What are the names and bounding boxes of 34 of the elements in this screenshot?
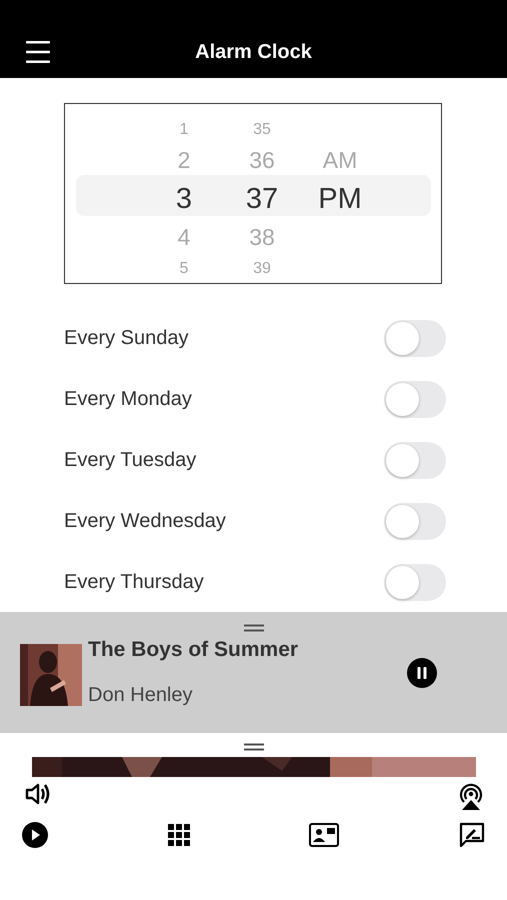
picker-value[interactable]: 2 bbox=[178, 147, 190, 174]
picker-value[interactable]: 37 bbox=[246, 182, 278, 216]
grid-icon[interactable] bbox=[168, 824, 190, 846]
picker-value[interactable]: 3 bbox=[176, 182, 192, 216]
song-title: The Boys of Summer bbox=[88, 638, 298, 662]
menu-icon[interactable] bbox=[25, 39, 51, 65]
toggle-switch[interactable] bbox=[384, 564, 446, 601]
repeat-label: Every Thursday bbox=[64, 571, 204, 594]
picker-value[interactable]: 36 bbox=[249, 147, 275, 174]
toggle-switch[interactable] bbox=[384, 503, 446, 540]
repeat-label: Every Wednesday bbox=[64, 510, 226, 533]
contact-card-icon[interactable] bbox=[309, 823, 340, 847]
play-icon[interactable] bbox=[22, 822, 48, 848]
toggle-switch[interactable] bbox=[384, 442, 446, 479]
chat-edit-icon[interactable] bbox=[458, 822, 485, 848]
picker-value[interactable]: 38 bbox=[249, 224, 275, 251]
repeat-label: Every Sunday bbox=[64, 327, 189, 350]
picker-value[interactable]: 1 bbox=[180, 120, 188, 138]
artist-name: Don Henley bbox=[88, 684, 194, 707]
picker-value[interactable]: 35 bbox=[253, 120, 271, 138]
window-title: Alarm Clock bbox=[195, 41, 312, 64]
pause-icon[interactable] bbox=[407, 658, 437, 688]
toggle-switch[interactable] bbox=[384, 320, 446, 357]
picker-value[interactable]: AM bbox=[322, 147, 358, 174]
picker-value[interactable]: 4 bbox=[178, 224, 190, 251]
time-picker[interactable]: 1 2 3 4 5 35 36 37 38 39 AM PM bbox=[64, 103, 442, 284]
repeat-label: Every Tuesday bbox=[64, 449, 196, 472]
picker-value[interactable]: PM bbox=[318, 182, 362, 216]
picker-value[interactable]: 5 bbox=[180, 260, 188, 278]
drag-handle-icon[interactable] bbox=[244, 624, 264, 632]
toggle-switch[interactable] bbox=[384, 381, 446, 418]
drag-handle-icon[interactable] bbox=[244, 743, 264, 751]
picker-value[interactable]: 39 bbox=[253, 260, 271, 278]
repeat-label: Every Monday bbox=[64, 388, 192, 411]
